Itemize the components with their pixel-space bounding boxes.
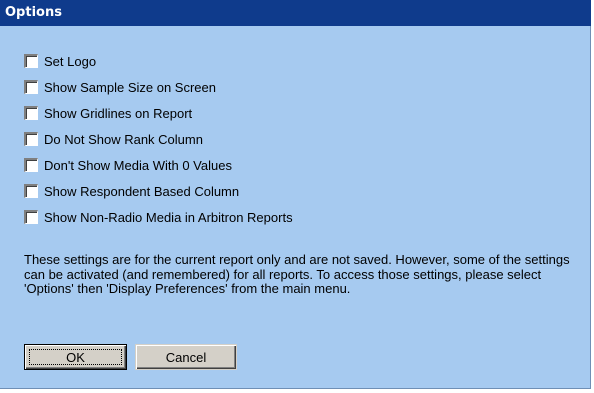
show-respondent-column-checkbox[interactable] [24,184,38,198]
dont-show-zero-media-checkbox[interactable] [24,158,38,172]
option-show-non-radio-media[interactable]: Show Non-Radio Media in Arbitron Reports [24,209,293,235]
show-non-radio-media-label[interactable]: Show Non-Radio Media in Arbitron Reports [44,210,293,226]
options-list: Set Logo Show Sample Size on Screen Show… [24,53,293,235]
do-not-show-rank-checkbox[interactable] [24,132,38,146]
option-set-logo[interactable]: Set Logo [24,53,293,79]
option-show-sample-size[interactable]: Show Sample Size on Screen [24,79,293,105]
settings-info-text: These settings are for the current repor… [24,252,570,296]
ok-button[interactable]: OK [24,344,127,370]
show-gridlines-checkbox[interactable] [24,106,38,120]
dont-show-zero-media-label[interactable]: Don't Show Media With 0 Values [44,158,232,174]
dialog-title: Options [5,5,62,20]
do-not-show-rank-label[interactable]: Do Not Show Rank Column [44,132,203,148]
dialog-titlebar: Options [0,0,591,26]
option-do-not-show-rank[interactable]: Do Not Show Rank Column [24,131,293,157]
cancel-button[interactable]: Cancel [135,344,237,370]
cancel-button-label: Cancel [165,349,207,365]
options-dialog: Options Set Logo Show Sample Size on Scr… [0,0,591,389]
show-non-radio-media-checkbox[interactable] [24,210,38,224]
show-sample-size-label[interactable]: Show Sample Size on Screen [44,80,216,96]
ok-button-label: OK [66,349,85,365]
option-show-gridlines[interactable]: Show Gridlines on Report [24,105,293,131]
set-logo-label[interactable]: Set Logo [44,54,96,70]
show-gridlines-label[interactable]: Show Gridlines on Report [44,106,192,122]
set-logo-checkbox[interactable] [24,54,38,68]
option-dont-show-zero-media[interactable]: Don't Show Media With 0 Values [24,157,293,183]
show-respondent-column-label[interactable]: Show Respondent Based Column [44,184,239,200]
option-show-respondent-column[interactable]: Show Respondent Based Column [24,183,293,209]
show-sample-size-checkbox[interactable] [24,80,38,94]
